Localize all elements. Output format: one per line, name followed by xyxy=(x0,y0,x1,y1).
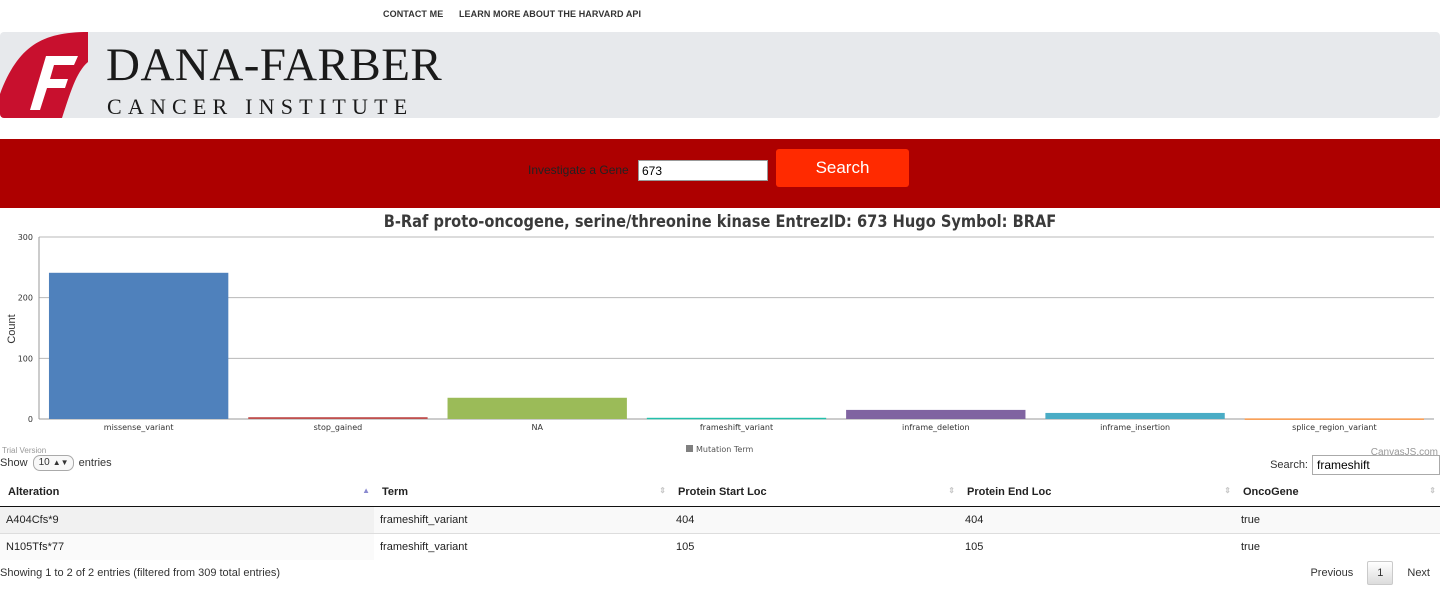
bar[interactable] xyxy=(248,417,428,419)
entries-label: entries xyxy=(78,456,112,469)
x-tick-label: stop_gained xyxy=(314,423,363,432)
bar[interactable] xyxy=(846,409,1026,419)
cell-protein-end: 404 xyxy=(959,506,1235,534)
cell-oncogene: true xyxy=(1241,541,1260,553)
x-tick-label: frameshift_variant xyxy=(700,423,773,432)
table-info: Showing 1 to 2 of 2 entries (filtered fr… xyxy=(0,567,281,579)
x-tick-label: inframe_deletion xyxy=(902,423,969,432)
trial-watermark: Trial Version xyxy=(2,446,47,455)
top-nav: CONTACT ME LEARN MORE ABOUT THE HARVARD … xyxy=(383,9,654,19)
sort-ascending-icon: ▲ xyxy=(362,486,370,495)
bar[interactable] xyxy=(646,417,827,420)
previous-button[interactable]: Previous xyxy=(1300,561,1363,585)
cell-alteration: A404Cfs*9 xyxy=(0,506,374,534)
column-header-term[interactable]: Term ⇕ xyxy=(374,478,670,507)
legend-swatch xyxy=(686,445,693,452)
brand-banner: DANA-FARBER CANCER INSTITUTE xyxy=(0,32,1440,118)
table-search-input[interactable] xyxy=(1312,455,1440,475)
sort-both-icon: ⇕ xyxy=(659,486,666,495)
gene-search-label: Investigate a Gene xyxy=(528,163,629,177)
page-length-select[interactable]: 10 ▲▼ xyxy=(32,455,74,471)
mutations-table: Alteration ▲ Term ⇕ Protein Start Loc ⇕ Pro… xyxy=(0,478,1440,560)
x-tick-label: splice_region_variant xyxy=(1292,423,1377,432)
gene-search-input[interactable] xyxy=(638,160,768,181)
sort-both-icon: ⇕ xyxy=(1224,486,1231,495)
search-button[interactable]: Search xyxy=(776,149,909,187)
mutation-chart: missense_variant stop_gained NA frameshift_… xyxy=(6,233,1434,454)
cell-term: frameshift_variant xyxy=(380,541,468,553)
column-header-alteration[interactable]: Alteration ▲ xyxy=(0,478,374,507)
cell-protein-start: 105 xyxy=(676,541,695,553)
table-row: A404Cfs*9 frameshift_variant 404 404 tru… xyxy=(0,506,1440,534)
column-header-protein-end-loc[interactable]: Protein End Loc ⇕ xyxy=(959,478,1235,507)
page-length-value: 10 xyxy=(38,457,50,468)
x-tick-label: missense_variant xyxy=(104,423,174,432)
table-header-row: Alteration ▲ Term ⇕ Protein Start Loc ⇕ Pro… xyxy=(0,478,1440,507)
table-row: N105Tfs*77 frameshift_variant 105 105 tr… xyxy=(0,533,1440,560)
y-tick-label: 200 xyxy=(18,294,33,303)
sort-both-icon: ⇕ xyxy=(948,486,955,495)
next-button[interactable]: Next xyxy=(1397,561,1440,585)
bar[interactable] xyxy=(1045,412,1225,419)
y-tick-label: 300 xyxy=(18,233,33,242)
learn-more-link[interactable]: LEARN MORE ABOUT THE HARVARD API xyxy=(459,9,641,19)
column-header-label: Term xyxy=(382,486,409,498)
show-label: Show xyxy=(0,456,28,469)
page-length-control: Show 10 ▲▼ entries xyxy=(0,455,112,471)
bar[interactable] xyxy=(1244,418,1425,420)
cell-protein-start: 404 xyxy=(670,506,959,534)
column-header-label: Alteration xyxy=(8,486,60,498)
column-header-label: Protein Start Loc xyxy=(678,486,767,498)
legend-label: Mutation Term xyxy=(696,445,753,454)
column-header-label: OncoGene xyxy=(1243,486,1299,498)
dana-farber-logo-icon xyxy=(0,32,88,118)
x-tick-label: inframe_insertion xyxy=(1100,423,1170,432)
table-search-label: Search: xyxy=(1270,458,1308,471)
cell-term: frameshift_variant xyxy=(374,506,670,534)
column-header-label: Protein End Loc xyxy=(967,486,1052,498)
logo-wordmark: DANA-FARBER xyxy=(106,39,443,91)
x-tick-label: NA xyxy=(531,423,543,432)
column-header-protein-start-loc[interactable]: Protein Start Loc ⇕ xyxy=(670,478,959,507)
cell-protein-end: 105 xyxy=(965,541,984,553)
y-axis-title: Count xyxy=(6,314,18,343)
logo-subtitle: CANCER INSTITUTE xyxy=(107,94,414,118)
y-tick-label: 100 xyxy=(18,354,33,363)
page-1-button[interactable]: 1 xyxy=(1367,561,1394,585)
contact-link[interactable]: CONTACT ME xyxy=(383,9,443,19)
sort-both-icon: ⇕ xyxy=(1429,486,1436,495)
y-tick-label: 0 xyxy=(28,415,33,424)
column-header-oncogene[interactable]: OncoGene ⇕ xyxy=(1235,478,1440,507)
table-filter: Search: xyxy=(1270,455,1440,475)
cell-oncogene: true xyxy=(1235,506,1440,534)
up-down-icon: ▲▼ xyxy=(52,458,69,467)
cell-alteration: N105Tfs*77 xyxy=(0,533,374,560)
bar[interactable] xyxy=(447,397,627,419)
bar[interactable] xyxy=(48,272,229,419)
pagination: Previous 1 Next xyxy=(1300,561,1440,585)
